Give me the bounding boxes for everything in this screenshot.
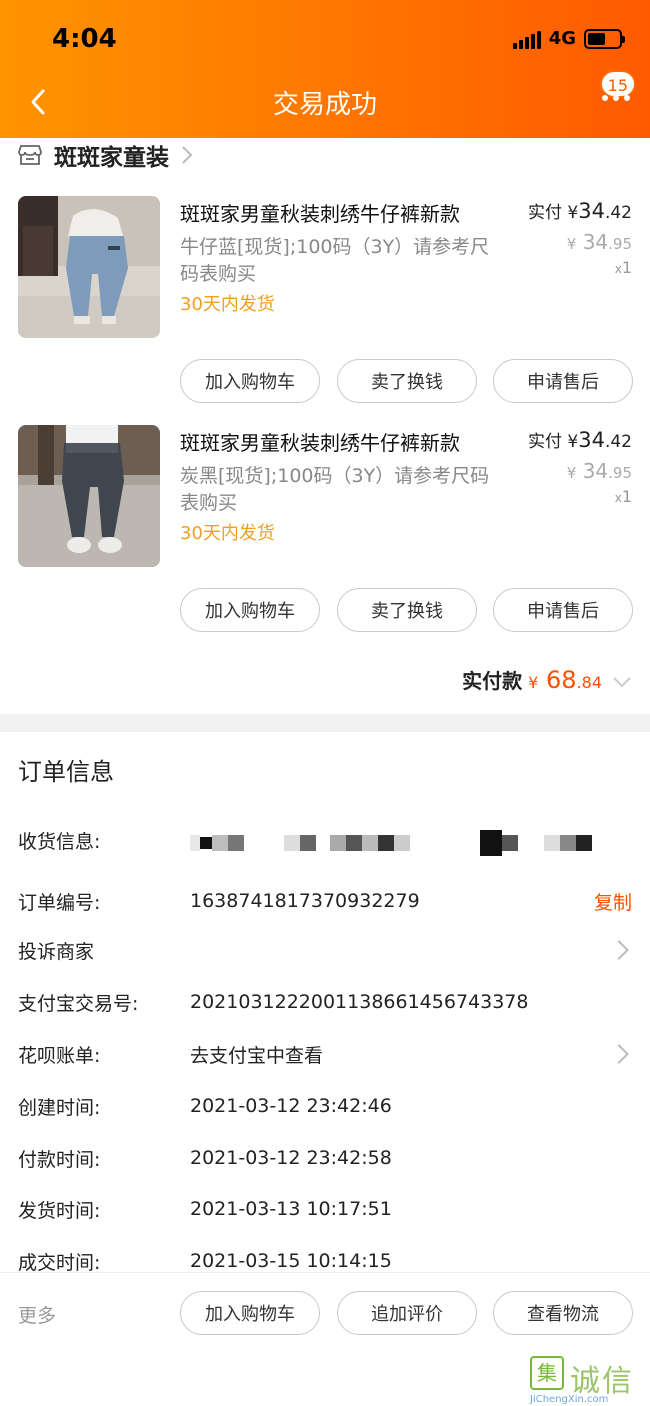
paid-time-row: 付款时间: 2021-03-12 23:42:58 xyxy=(18,1143,632,1173)
huabei-bill-row[interactable]: 花呗账单: 去支付宝中查看 xyxy=(18,1039,632,1069)
after-sales-button[interactable]: 申请售后 xyxy=(493,588,633,632)
price-integer: 34 xyxy=(582,459,609,483)
order-info-title: 订单信息 xyxy=(18,758,114,786)
paid-price: 实付 ¥34.42 xyxy=(528,427,632,452)
product-thumbnail[interactable] xyxy=(18,196,160,338)
qty-value: 1 xyxy=(621,258,632,277)
network-type: 4G xyxy=(548,28,576,49)
signal-icon xyxy=(512,29,541,49)
product-spec: 炭黑[现货];100码（3Y）请参考尺码表购买 xyxy=(180,465,490,514)
more-options-icon[interactable] xyxy=(602,95,630,101)
header: 4:04 4G 交易成功 15 xyxy=(0,0,650,138)
status-icons: 4G xyxy=(512,28,625,49)
chevron-right-icon xyxy=(609,940,629,960)
info-key: 投诉商家 xyxy=(18,940,95,963)
battery-icon xyxy=(584,28,625,49)
qty-prefix: x xyxy=(614,262,622,276)
chevron-right-icon xyxy=(182,146,193,164)
total-label: 实付款 xyxy=(462,669,523,693)
add-review-button[interactable]: 追加评价 xyxy=(337,1291,477,1335)
currency-symbol: ¥ xyxy=(566,235,577,253)
info-key: 发货时间: xyxy=(18,1199,101,1222)
redacted-address xyxy=(190,824,632,856)
price-decimal: .95 xyxy=(608,235,632,253)
price-integer: 34 xyxy=(578,428,605,452)
order-total[interactable]: 实付款 ¥ 68.84 xyxy=(462,665,632,694)
price-integer: 34 xyxy=(582,230,609,254)
price-decimal: .84 xyxy=(576,673,602,692)
shop-name: 斑斑家童装 xyxy=(54,145,169,171)
section-divider xyxy=(0,714,650,732)
info-value: 2021-03-12 23:42:46 xyxy=(190,1095,392,1117)
complain-merchant-row[interactable]: 投诉商家 xyxy=(18,935,632,965)
alipay-trade-row: 支付宝交易号: 2021031222001138661456743378 xyxy=(18,987,632,1017)
watermark-url: JiChengXin.com xyxy=(530,1394,609,1405)
paid-price: 实付 ¥34.42 xyxy=(528,198,632,223)
product-title[interactable]: 斑斑家男童秋装刺绣牛仔裤新款 xyxy=(180,198,500,227)
add-to-cart-button[interactable]: 加入购物车 xyxy=(180,359,320,403)
info-key: 收货信息: xyxy=(18,830,101,853)
chevron-down-icon xyxy=(613,677,631,688)
price-integer: 34 xyxy=(578,199,605,223)
paid-label: 实付 xyxy=(527,432,562,452)
alipay-trade-number: 2021031222001138661456743378 xyxy=(190,991,529,1013)
paid-label: 实付 xyxy=(527,203,562,223)
price-decimal: .42 xyxy=(604,203,632,223)
shipping-info-row[interactable]: 收货信息: xyxy=(18,824,632,856)
view-logistics-button[interactable]: 查看物流 xyxy=(493,1291,633,1335)
info-key: 付款时间: xyxy=(18,1148,101,1171)
original-price: ¥ 34.95 xyxy=(567,459,632,483)
quantity: x1 xyxy=(615,258,632,277)
order-item[interactable]: 斑斑家男童秋装刺绣牛仔裤新款 炭黑[现货];100码（3Y）请参考尺码表购买 3… xyxy=(0,425,650,655)
product-spec: 牛仔蓝[现货];100码（3Y）请参考尺码表购买 xyxy=(180,236,490,285)
product-title[interactable]: 斑斑家男童秋装刺绣牛仔裤新款 xyxy=(180,427,500,456)
info-key: 订单编号: xyxy=(18,891,101,914)
shipped-time-row: 发货时间: 2021-03-13 10:17:51 xyxy=(18,1194,632,1224)
more-button[interactable]: 更多 xyxy=(18,1301,56,1328)
info-value: 2021-03-15 10:14:15 xyxy=(190,1250,392,1272)
shipping-note: 30天内发货 xyxy=(180,523,275,544)
price-decimal: .42 xyxy=(604,432,632,452)
info-value: 去支付宝中查看 xyxy=(190,1044,324,1067)
product-thumbnail[interactable] xyxy=(18,425,160,567)
total-amount: ¥ 68.84 xyxy=(528,666,602,694)
order-item[interactable]: 斑斑家男童秋装刺绣牛仔裤新款 牛仔蓝[现货];100码（3Y）请参考尺码表购买 … xyxy=(0,196,650,426)
shipping-note: 30天内发货 xyxy=(180,294,275,315)
price-decimal: .95 xyxy=(608,464,632,482)
after-sales-button[interactable]: 申请售后 xyxy=(493,359,633,403)
info-key: 创建时间: xyxy=(18,1096,101,1119)
order-number: 1638741817370932279 xyxy=(190,890,420,912)
info-key: 花呗账单: xyxy=(18,1044,101,1067)
currency-symbol: ¥ xyxy=(567,432,579,452)
qty-prefix: x xyxy=(614,491,622,505)
add-to-cart-button[interactable]: 加入购物车 xyxy=(180,588,320,632)
created-time-row: 创建时间: 2021-03-12 23:42:46 xyxy=(18,1091,632,1121)
info-value: 2021-03-13 10:17:51 xyxy=(190,1198,392,1220)
site-watermark: 集 诚信 JiChengXin.com xyxy=(530,1356,642,1406)
status-time: 4:04 xyxy=(52,24,117,54)
message-count-badge: 15 xyxy=(599,70,636,98)
currency-symbol: ¥ xyxy=(566,464,577,482)
info-key: 成交时间: xyxy=(18,1251,101,1274)
info-value: 2021-03-12 23:42:58 xyxy=(190,1147,392,1169)
add-to-cart-button[interactable]: 加入购物车 xyxy=(180,1291,320,1335)
price-integer: 68 xyxy=(546,666,577,694)
qty-value: 1 xyxy=(621,487,632,506)
info-key: 支付宝交易号: xyxy=(18,992,139,1015)
order-number-row: 订单编号: 1638741817370932279 复制 xyxy=(18,886,632,916)
shop-icon xyxy=(18,145,42,165)
page-title: 交易成功 xyxy=(272,90,377,120)
original-price: ¥ 34.95 xyxy=(567,230,632,254)
resell-button[interactable]: 卖了换钱 xyxy=(337,359,477,403)
currency-symbol: ¥ xyxy=(567,203,579,223)
shop-link[interactable]: 斑斑家童装 xyxy=(18,138,193,172)
quantity: x1 xyxy=(615,487,632,506)
resell-button[interactable]: 卖了换钱 xyxy=(337,588,477,632)
copy-button[interactable]: 复制 xyxy=(594,888,632,915)
currency-symbol: ¥ xyxy=(528,673,539,692)
chevron-right-icon xyxy=(609,1044,629,1064)
watermark-logo: 集 xyxy=(530,1356,564,1390)
